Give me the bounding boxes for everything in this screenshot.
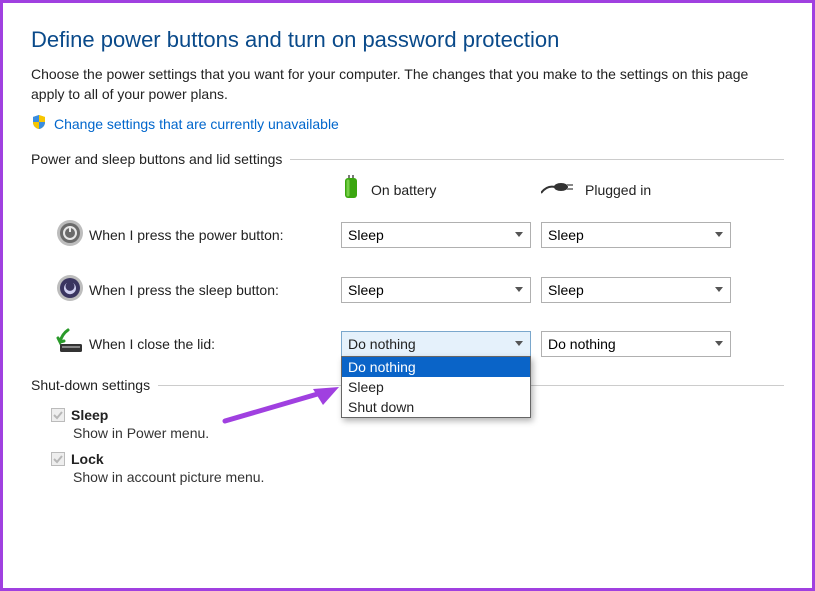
power-button-battery-select[interactable]: Sleep: [341, 222, 531, 248]
sleep-button-battery-select[interactable]: Sleep: [341, 277, 531, 303]
sleep-checkbox[interactable]: [51, 408, 65, 422]
lid-battery-select[interactable]: Do nothing: [341, 331, 531, 357]
lid-icon: [54, 328, 86, 359]
lid-option-sleep[interactable]: Sleep: [342, 377, 530, 397]
lid-battery-value: Do nothing: [348, 336, 416, 352]
lid-label: When I close the lid:: [89, 336, 215, 352]
power-button-plugged-select[interactable]: Sleep: [541, 222, 731, 248]
sleep-button-label: When I press the sleep button:: [89, 282, 279, 298]
lid-option-shut-down[interactable]: Shut down: [342, 397, 530, 417]
change-settings-link[interactable]: Change settings that are currently unava…: [54, 116, 339, 132]
plugged-in-header: Plugged in: [585, 182, 651, 198]
page-description: Choose the power settings that you want …: [31, 65, 751, 104]
lock-checkbox[interactable]: [51, 452, 65, 466]
page-title: Define power buttons and turn on passwor…: [31, 27, 784, 53]
divider: [290, 159, 784, 160]
sleep-button-plugged-select[interactable]: Sleep: [541, 277, 731, 303]
sleep-checkbox-sub: Show in Power menu.: [73, 425, 784, 441]
lock-checkbox-sub: Show in account picture menu.: [73, 469, 784, 485]
section-shutdown-label: Shut-down settings: [31, 377, 150, 393]
shield-icon: [31, 114, 47, 133]
power-button-icon: [55, 218, 85, 251]
lid-plugged-select[interactable]: Do nothing: [541, 331, 731, 357]
plugged-in-icon: [541, 179, 575, 200]
sleep-checkbox-label: Sleep: [71, 407, 108, 423]
on-battery-header: On battery: [371, 182, 436, 198]
lock-checkbox-label: Lock: [71, 451, 104, 467]
power-button-label: When I press the power button:: [89, 227, 284, 243]
lid-battery-dropdown[interactable]: Do nothing Sleep Shut down: [341, 356, 531, 418]
sleep-button-icon: [55, 273, 85, 306]
battery-icon: [341, 175, 361, 204]
lid-option-do-nothing[interactable]: Do nothing: [342, 357, 530, 377]
section-power-buttons-label: Power and sleep buttons and lid settings: [31, 151, 282, 167]
